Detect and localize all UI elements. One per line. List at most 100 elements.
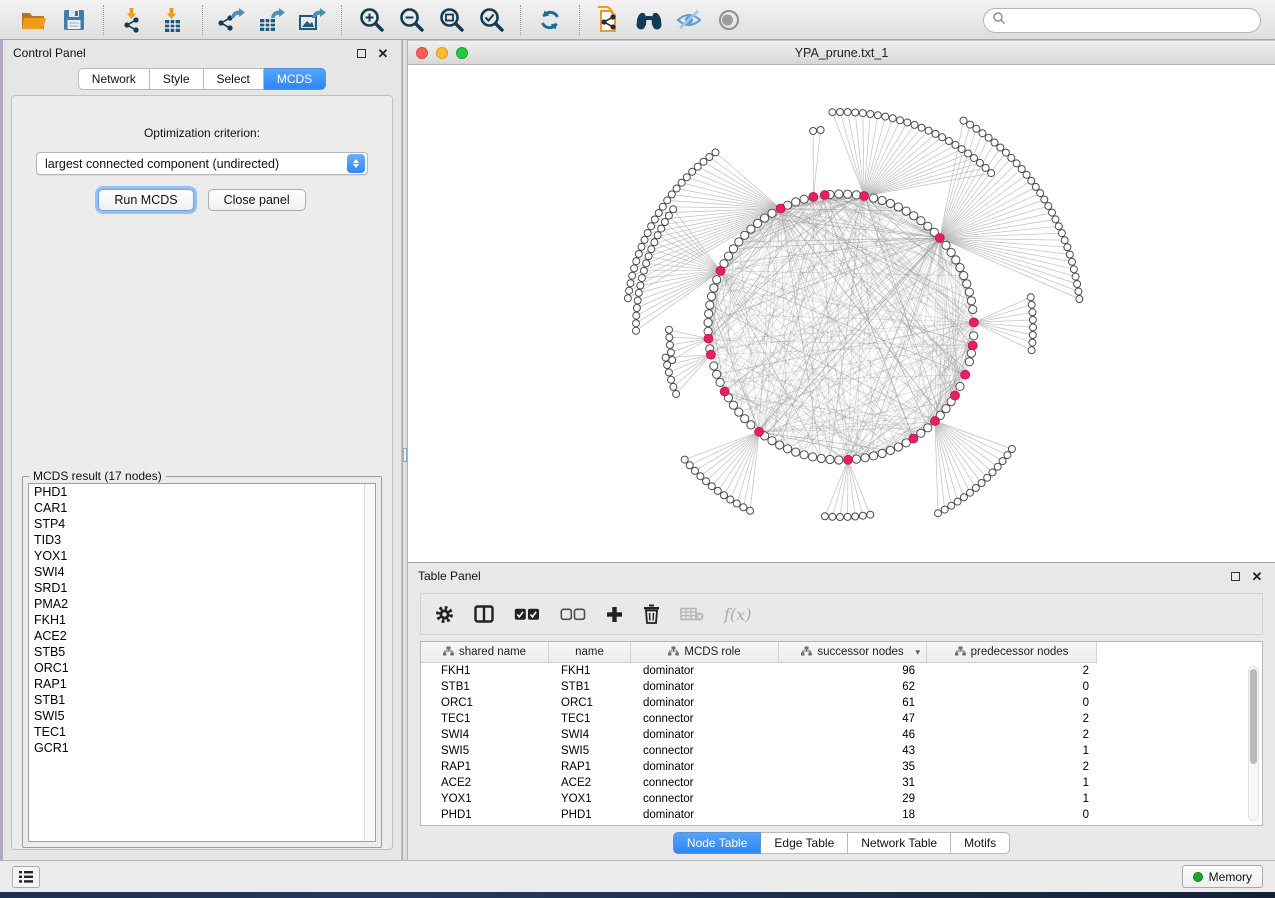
column-header-MCDS-role[interactable]: MCDS role <box>631 642 779 662</box>
add-column-icon[interactable] <box>606 606 623 623</box>
tab-mcds[interactable]: MCDS <box>264 68 326 90</box>
tab-motifs[interactable]: Motifs <box>951 832 1010 854</box>
table-row[interactable]: PHD1PHD1dominator180 <box>421 807 1262 823</box>
table-cell: 0 <box>927 697 1097 709</box>
table-row[interactable]: STB1STB1dominator620 <box>421 679 1262 695</box>
list-item[interactable]: STB5 <box>29 644 375 660</box>
zoom-selected-icon[interactable] <box>471 4 511 36</box>
column-header-successor-nodes[interactable]: successor nodes▾ <box>779 642 927 662</box>
table-scrollbar[interactable] <box>1248 666 1259 821</box>
table-cell: 29 <box>779 793 927 805</box>
export-table-icon[interactable] <box>252 4 292 36</box>
float-table-panel-icon[interactable] <box>1227 568 1243 584</box>
table-row[interactable]: SWI5SWI5connector431 <box>421 743 1262 759</box>
tab-select[interactable]: Select <box>204 68 264 90</box>
table-cell: 61 <box>779 697 927 709</box>
table-row[interactable]: FKH1FKH1dominator962 <box>421 663 1262 679</box>
table-cell: 2 <box>927 713 1097 725</box>
list-item[interactable]: TID3 <box>29 532 375 548</box>
table-header: shared name name MCDS rolesuccessor nodes▾… <box>421 642 1097 663</box>
table-row[interactable]: ORC1ORC1dominator610 <box>421 695 1262 711</box>
table-cell: PHD1 <box>549 809 631 821</box>
table-row[interactable]: TEC1TEC1connector472 <box>421 711 1262 727</box>
settings-icon[interactable] <box>435 605 454 624</box>
table-cell: dominator <box>631 697 779 709</box>
task-history-button[interactable] <box>12 866 40 888</box>
column-header-predecessor-nodes[interactable]: predecessor nodes <box>927 642 1097 662</box>
table-row[interactable]: SWI4SWI4dominator462 <box>421 727 1262 743</box>
table-scrollbar-thumb[interactable] <box>1250 669 1257 764</box>
column-label: shared name <box>459 646 526 658</box>
table-cell: 1 <box>927 777 1097 789</box>
tab-network[interactable]: Network <box>78 68 150 90</box>
list-item[interactable]: STP4 <box>29 516 375 532</box>
list-item[interactable]: ORC1 <box>29 660 375 676</box>
table-cell: 0 <box>927 809 1097 821</box>
divider-grip[interactable] <box>403 448 407 462</box>
criterion-select[interactable]: largest connected component (undirected) <box>36 152 368 175</box>
optimization-criterion-label: Optimization criterion: <box>12 126 392 140</box>
select-all-icon[interactable] <box>514 608 540 621</box>
memory-button[interactable]: Memory <box>1182 865 1263 888</box>
table-row[interactable]: RAP1RAP1dominator352 <box>421 759 1262 775</box>
close-panel-icon[interactable]: ✕ <box>375 45 391 61</box>
run-mcds-button[interactable]: Run MCDS <box>98 189 193 211</box>
list-item[interactable]: SWI5 <box>29 708 375 724</box>
column-label: successor nodes <box>817 646 903 658</box>
list-item[interactable]: TEC1 <box>29 724 375 740</box>
close-panel-button[interactable]: Close panel <box>208 189 306 211</box>
list-item[interactable]: SWI4 <box>29 564 375 580</box>
tab-edge-table[interactable]: Edge Table <box>761 832 848 854</box>
column-header-name[interactable]: name <box>549 642 631 662</box>
deselect-all-icon[interactable] <box>560 608 586 621</box>
network-window-titlebar[interactable]: YPA_prune.txt_1 <box>408 40 1275 65</box>
split-view-icon[interactable] <box>474 605 494 623</box>
list-item[interactable]: CAR1 <box>29 500 375 516</box>
list-item[interactable]: PMA2 <box>29 596 375 612</box>
list-item[interactable]: YOX1 <box>29 548 375 564</box>
zoom-out-icon[interactable] <box>391 4 431 36</box>
show-all-icon[interactable] <box>709 4 749 36</box>
table-row[interactable]: ACE2ACE2connector311 <box>421 775 1262 791</box>
tab-node-table[interactable]: Node Table <box>673 832 762 854</box>
network-graph <box>408 65 1275 562</box>
import-network-icon[interactable] <box>113 4 153 36</box>
desktop: Control Panel ✕ NetworkStyleSelectMCDS O… <box>0 0 1275 898</box>
list-item[interactable]: FKH1 <box>29 612 375 628</box>
column-header-shared-name[interactable]: shared name <box>421 642 549 662</box>
export-network-icon[interactable] <box>212 4 252 36</box>
delete-column-icon[interactable] <box>643 604 660 624</box>
find-icon[interactable] <box>629 4 669 36</box>
table-row[interactable]: YOX1YOX1connector291 <box>421 791 1262 807</box>
new-network-from-selection-icon[interactable] <box>589 4 629 36</box>
list-item[interactable]: RAP1 <box>29 676 375 692</box>
save-session-icon[interactable] <box>54 4 94 36</box>
zoom-fit-icon[interactable] <box>431 4 471 36</box>
hide-selected-icon[interactable] <box>669 4 709 36</box>
search-box[interactable] <box>983 8 1261 33</box>
list-item[interactable]: STB1 <box>29 692 375 708</box>
search-input[interactable] <box>1006 14 1260 28</box>
column-label: name <box>575 646 604 658</box>
refresh-icon[interactable] <box>530 4 570 36</box>
list-item[interactable]: ACE2 <box>29 628 375 644</box>
list-item[interactable]: GCR1 <box>29 740 375 756</box>
import-table-icon[interactable] <box>153 4 193 36</box>
tab-network-table[interactable]: Network Table <box>848 832 951 854</box>
float-panel-icon[interactable] <box>353 45 369 61</box>
zoom-in-icon[interactable] <box>351 4 391 36</box>
list-item[interactable]: SRD1 <box>29 580 375 596</box>
export-image-icon[interactable] <box>292 4 332 36</box>
delete-table-icon <box>680 607 704 621</box>
mcds-result-list[interactable]: PHD1CAR1STP4TID3YOX1SWI4SRD1PMA2FKH1ACE2… <box>28 483 376 842</box>
node-table[interactable]: shared name name MCDS rolesuccessor nodes▾… <box>420 641 1263 826</box>
function-builder-icon: f(x) <box>724 605 751 624</box>
open-session-icon[interactable] <box>14 4 54 36</box>
tab-style[interactable]: Style <box>150 68 204 90</box>
table-cell: 47 <box>779 713 927 725</box>
network-canvas[interactable] <box>408 65 1275 562</box>
result-list-scrollbar[interactable] <box>364 484 375 841</box>
list-item[interactable]: PHD1 <box>29 484 375 500</box>
table-cell: ORC1 <box>421 697 549 709</box>
close-table-panel-icon[interactable]: ✕ <box>1249 568 1265 584</box>
